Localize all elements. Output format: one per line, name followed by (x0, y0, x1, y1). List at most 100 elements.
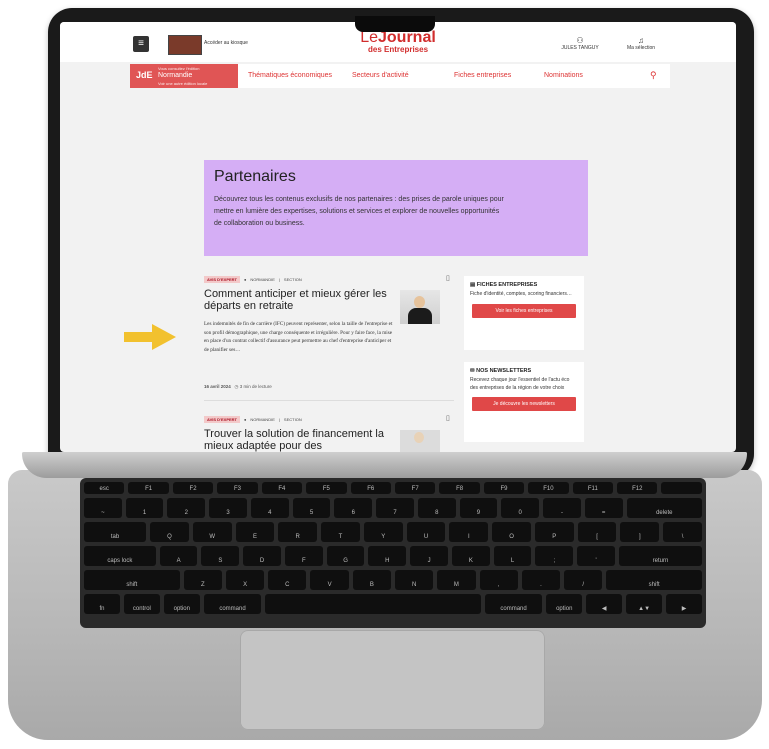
key[interactable]: V (310, 570, 349, 590)
region-selector[interactable]: JdE Vous consultez l'édition Normandie V… (130, 64, 238, 88)
key[interactable]: 0 (501, 498, 540, 518)
nav-secteurs[interactable]: Secteurs d'activité (352, 72, 409, 79)
key[interactable]: F12 (617, 482, 658, 494)
key[interactable]: Q (150, 522, 189, 542)
key[interactable]: D (243, 546, 281, 566)
key[interactable]: F6 (350, 482, 391, 494)
key[interactable]: shift (606, 570, 702, 590)
nav-fiches[interactable]: Fiches entreprises (454, 72, 511, 79)
nav-thematiques[interactable]: Thématiques économiques (248, 72, 332, 79)
key[interactable]: caps lock (84, 546, 156, 566)
key[interactable]: tab (84, 522, 147, 542)
article-title[interactable]: Comment anticiper et mieux gérer les dép… (204, 288, 394, 312)
key[interactable]: F3 (217, 482, 258, 494)
key[interactable]: 6 (334, 498, 373, 518)
article-region[interactable]: NORMANDIE (250, 417, 274, 422)
key[interactable]: H (368, 546, 407, 566)
key[interactable]: L (493, 546, 532, 566)
nav-nominations[interactable]: Nominations (544, 72, 583, 79)
article-section[interactable]: SECTION (284, 277, 302, 282)
key[interactable]: ' (577, 546, 615, 566)
key[interactable]: fn (84, 594, 120, 614)
key[interactable]: E (235, 522, 275, 542)
key[interactable]: B (352, 570, 391, 590)
key[interactable]: O (492, 522, 531, 542)
key[interactable]: , (479, 570, 518, 590)
key[interactable]: F7 (394, 482, 436, 494)
key[interactable]: option (546, 594, 583, 614)
key[interactable]: 4 (250, 498, 289, 518)
article-photo[interactable] (400, 430, 440, 452)
key[interactable]: F1 (128, 482, 169, 494)
key[interactable]: return (618, 546, 703, 566)
key[interactable]: F (284, 546, 323, 566)
key[interactable]: . (521, 570, 561, 590)
key[interactable]: C (268, 570, 307, 590)
key[interactable]: 2 (167, 498, 206, 518)
key[interactable]: A (159, 546, 198, 566)
other-edition-link[interactable]: Voir une autre édition locale (158, 81, 207, 86)
key[interactable]: command (484, 594, 543, 614)
key[interactable]: F9 (483, 482, 525, 494)
key[interactable]: I (449, 522, 489, 542)
key[interactable]: 5 (292, 498, 331, 518)
key[interactable]: K (451, 546, 490, 566)
key[interactable]: ~ (84, 498, 122, 518)
magazine-thumbnail[interactable] (168, 35, 202, 55)
key[interactable]: X (225, 570, 265, 590)
key[interactable] (661, 482, 702, 494)
key[interactable]: U (406, 522, 446, 542)
article-section[interactable]: SECTION (284, 417, 302, 422)
key[interactable]: Y (363, 522, 403, 542)
key[interactable]: T (321, 522, 360, 542)
key[interactable]: ] (620, 522, 660, 542)
key[interactable]: W (192, 522, 232, 542)
key[interactable]: = (584, 498, 623, 518)
key[interactable]: delete (626, 498, 703, 518)
key[interactable]: F11 (572, 482, 614, 494)
key[interactable]: F4 (261, 482, 303, 494)
key[interactable]: ▲▼ (626, 594, 663, 614)
key[interactable]: R (278, 522, 318, 542)
key[interactable]: N (395, 570, 434, 590)
newsletters-button[interactable]: Je découvre les newsletters (472, 397, 576, 411)
key[interactable]: 8 (417, 498, 456, 518)
key[interactable]: F8 (439, 482, 480, 494)
menu-icon[interactable]: ≡ (133, 36, 149, 52)
search-icon[interactable]: ⚲ (650, 70, 657, 81)
key[interactable]: P (534, 522, 574, 542)
article-region[interactable]: NORMANDIE (250, 277, 274, 282)
site-logo[interactable]: LeJournal des Entreprises (360, 30, 436, 54)
article-tag[interactable]: AVIS D'EXPERT (204, 276, 240, 283)
article-title[interactable]: Trouver la solution de financement la mi… (204, 428, 394, 452)
key[interactable]: / (564, 570, 603, 590)
key[interactable]: 1 (125, 498, 164, 518)
trackpad[interactable] (240, 630, 545, 730)
selection-button[interactable]: ♫ Ma sélection (616, 36, 666, 51)
key[interactable]: S (201, 546, 240, 566)
article-photo[interactable] (400, 290, 440, 324)
key[interactable]: esc (84, 482, 125, 494)
key[interactable] (265, 594, 481, 614)
key[interactable]: \ (663, 522, 702, 542)
key[interactable]: option (163, 594, 200, 614)
key[interactable]: control (123, 594, 160, 614)
key[interactable]: - (543, 498, 581, 518)
user-account[interactable]: ⚇ JULES TANGUY (560, 36, 600, 51)
key[interactable]: M (437, 570, 476, 590)
bookmark-icon[interactable]: ▯ (446, 414, 450, 422)
key[interactable]: 9 (459, 498, 498, 518)
key[interactable]: F10 (528, 482, 569, 494)
key[interactable]: Z (183, 570, 222, 590)
kiosk-link[interactable]: Accéder au kiosque (204, 40, 248, 46)
article-tag[interactable]: AVIS D'EXPERT (204, 416, 240, 423)
key[interactable]: ▶ (666, 594, 702, 614)
key[interactable]: ◀ (586, 594, 623, 614)
key[interactable]: command (203, 594, 262, 614)
key[interactable]: ; (535, 546, 574, 566)
fiches-button[interactable]: Voir les fiches entreprises (472, 303, 576, 318)
bookmark-icon[interactable]: ▯ (446, 274, 450, 282)
key[interactable]: F5 (306, 482, 347, 494)
key[interactable]: F2 (172, 482, 214, 494)
key[interactable]: [ (577, 522, 617, 542)
